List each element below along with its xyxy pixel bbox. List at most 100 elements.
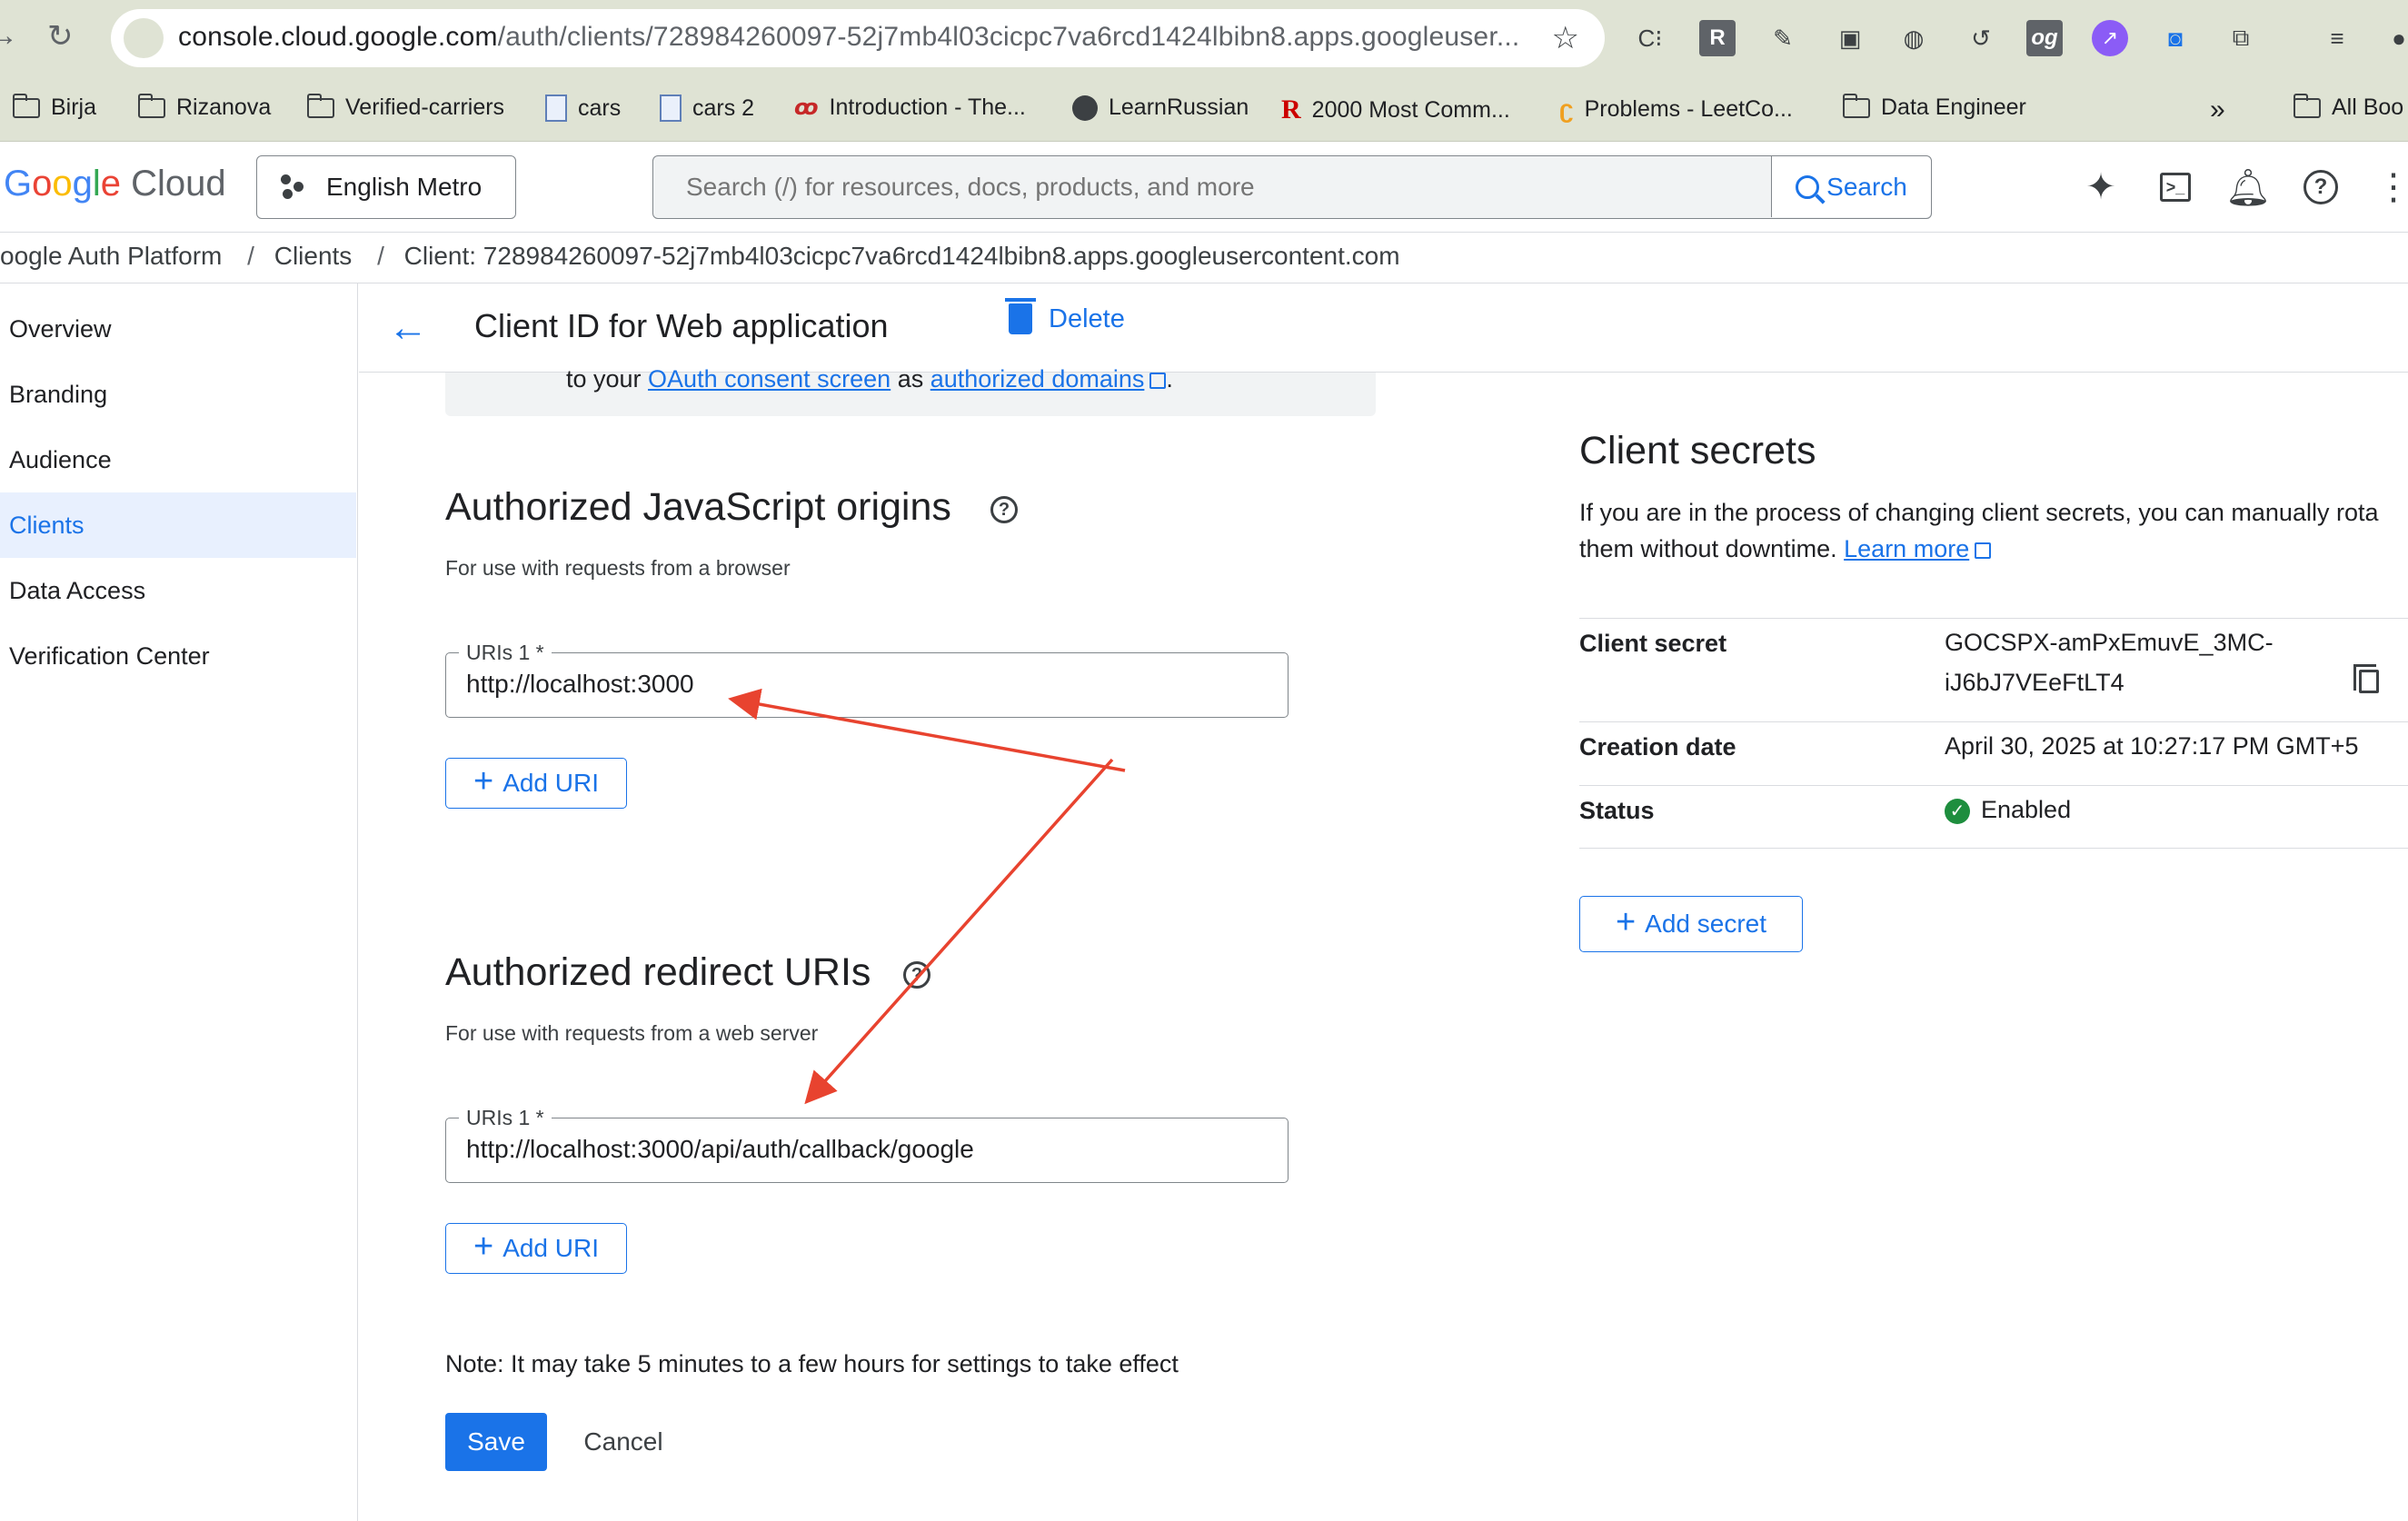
sidebar-item-data-access[interactable]: Data Access bbox=[0, 558, 356, 623]
annotation-arrow bbox=[804, 758, 1114, 1105]
add-secret-button[interactable]: + Add secret bbox=[1579, 896, 1803, 952]
breadcrumb-item: Client: 728984260097-52j7mb4l03cicpc7va6… bbox=[403, 242, 1400, 270]
bookmark-item[interactable]: Data Engineer bbox=[1843, 93, 2026, 121]
sidebar-item-branding[interactable]: Branding bbox=[0, 362, 356, 427]
table-row: Creation date April 30, 2025 at 10:27:17… bbox=[1579, 721, 2408, 785]
reading-list-icon[interactable]: ≡ bbox=[2319, 20, 2355, 56]
redirect-uri-input[interactable] bbox=[446, 1118, 1286, 1180]
bookmark-item[interactable]: LearnRussian bbox=[1072, 94, 1249, 121]
status-badge: ✓ Enabled bbox=[1945, 790, 2071, 830]
js-origin-uri-field: URIs 1 * bbox=[445, 641, 1289, 718]
redirect-uri-field: URIs 1 * bbox=[445, 1106, 1289, 1183]
globe-icon bbox=[1072, 94, 1098, 121]
notifications-bell-icon[interactable]: 🔔︎ bbox=[2223, 162, 2274, 213]
folder-icon bbox=[13, 93, 40, 118]
eyedropper-icon[interactable]: ✎ bbox=[1765, 20, 1801, 56]
delete-button[interactable]: Delete bbox=[1005, 298, 1125, 334]
save-button[interactable]: Save bbox=[445, 1413, 547, 1471]
search-icon bbox=[1796, 174, 1820, 199]
learn-more-link[interactable]: Learn more bbox=[1844, 535, 1969, 562]
page-title: Client ID for Web application bbox=[474, 307, 889, 344]
copy-icon[interactable] bbox=[2353, 664, 2379, 693]
project-picker-button[interactable]: English Metro bbox=[256, 155, 516, 219]
plus-icon: + bbox=[1615, 903, 1637, 941]
authorized-domains-link[interactable]: authorized domains bbox=[930, 365, 1145, 393]
trash-icon bbox=[1005, 298, 1036, 334]
bookmark-item[interactable]: cars bbox=[545, 94, 621, 122]
bookmark-item[interactable]: ꝏ Introduction - The... bbox=[794, 94, 1026, 121]
folder-icon bbox=[2294, 93, 2321, 118]
external-link-icon bbox=[1149, 372, 1167, 389]
screen-share-icon[interactable]: ▣ bbox=[1832, 20, 1868, 56]
add-js-origin-button[interactable]: + Add URI bbox=[445, 758, 627, 809]
project-name: English Metro bbox=[326, 173, 483, 201]
add-redirect-uri-button[interactable]: + Add URI bbox=[445, 1223, 627, 1274]
js-origins-subtitle: For use with requests from a browser bbox=[445, 556, 791, 580]
oauth-consent-link[interactable]: OAuth consent screen bbox=[648, 365, 891, 393]
page-title-bar: ← Client ID for Web application Delete bbox=[359, 283, 2408, 373]
reload-icon[interactable]: ↻ bbox=[47, 18, 74, 55]
doc-icon bbox=[660, 94, 682, 122]
redirect-uris-subtitle: For use with requests from a web server bbox=[445, 1021, 819, 1045]
breadcrumb-item[interactable]: Clients bbox=[274, 242, 353, 270]
refresh-extension-icon[interactable]: ↺ bbox=[1963, 20, 1999, 56]
search-bar: Search bbox=[652, 155, 1932, 219]
extension-c-icon[interactable]: C⁝ bbox=[1632, 20, 1668, 56]
site-info-icon[interactable] bbox=[124, 18, 164, 58]
search-input[interactable] bbox=[653, 156, 1771, 217]
globe-extension-icon[interactable]: ◍ bbox=[1896, 20, 1932, 56]
leetcode-icon: ʗ bbox=[1559, 94, 1574, 123]
back-arrow-icon[interactable]: ← bbox=[388, 305, 428, 351]
r-icon: R bbox=[1281, 94, 1301, 124]
puzzle-extensions-icon[interactable]: ⧉ bbox=[2223, 20, 2259, 56]
record-extension-icon[interactable]: ◙ bbox=[2157, 20, 2194, 56]
sidebar-item-verification-center[interactable]: Verification Center bbox=[0, 623, 356, 689]
sidebar-item-clients[interactable]: Clients bbox=[0, 492, 356, 558]
breadcrumb: oogle Auth Platform / Clients / Client: … bbox=[0, 233, 2408, 283]
console-header: Google Cloud English Metro Search ✦ >_ 🔔… bbox=[0, 142, 2408, 233]
bookmarks-bar: Birja Rizanova Verified-carriers cars ca… bbox=[0, 78, 2408, 142]
client-secrets-description: If you are in the process of changing cl… bbox=[1579, 499, 2379, 562]
table-row: Client secret GOCSPX-amPxEmuvE_3MC- iJ6b… bbox=[1579, 618, 2408, 721]
address-bar[interactable]: console.cloud.google.com/auth/clients/72… bbox=[111, 9, 1605, 67]
cloud-shell-icon[interactable]: >_ bbox=[2150, 162, 2201, 213]
sidebar-item-audience[interactable]: Audience bbox=[0, 427, 356, 492]
bookmark-item[interactable]: All Boo bbox=[2294, 93, 2403, 121]
check-circle-icon: ✓ bbox=[1945, 798, 1970, 824]
help-icon[interactable]: ? bbox=[903, 961, 930, 989]
folder-icon bbox=[307, 93, 334, 118]
google-cloud-logo[interactable]: Google Cloud bbox=[4, 164, 226, 204]
bookmark-item[interactable]: Birja bbox=[13, 93, 96, 121]
more-options-icon[interactable]: ⋮ bbox=[2368, 162, 2408, 213]
extension-r-icon[interactable]: R bbox=[1699, 20, 1736, 56]
bookmark-item[interactable]: cars 2 bbox=[660, 94, 754, 122]
gemini-sparkle-icon[interactable]: ✦ bbox=[2075, 162, 2126, 213]
bookmark-star-icon[interactable]: ☆ bbox=[1552, 20, 1579, 56]
profile-avatar[interactable]: ● bbox=[2381, 20, 2408, 56]
bookmark-item[interactable]: ʗ Problems - LeetCo... bbox=[1559, 94, 1793, 124]
settings-note: Note: It may take 5 minutes to a few hou… bbox=[445, 1350, 1179, 1377]
folder-icon bbox=[138, 93, 165, 118]
project-icon bbox=[281, 174, 306, 200]
cancel-button[interactable]: Cancel bbox=[571, 1413, 676, 1471]
bookmarks-overflow-button[interactable]: » bbox=[2210, 94, 2225, 125]
purple-extension-icon[interactable]: ↗ bbox=[2092, 20, 2128, 56]
bookmark-item[interactable]: R 2000 Most Comm... bbox=[1281, 94, 1510, 125]
js-origin-uri-input[interactable] bbox=[446, 653, 1286, 715]
browser-toolbar: → ↻ console.cloud.google.com/auth/client… bbox=[0, 0, 2408, 78]
doc-icon bbox=[545, 94, 567, 122]
help-icon[interactable]: ? bbox=[2295, 162, 2346, 213]
js-origins-heading: Authorized JavaScript origins bbox=[445, 485, 951, 529]
search-button[interactable]: Search bbox=[1771, 156, 1931, 217]
plus-icon: + bbox=[473, 762, 494, 800]
site-icon: ꝏ bbox=[794, 95, 819, 120]
bookmark-item[interactable]: Verified-carriers bbox=[307, 93, 504, 121]
sidebar-item-overview[interactable]: Overview bbox=[0, 296, 356, 362]
help-icon[interactable]: ? bbox=[990, 496, 1018, 523]
forward-arrow-icon[interactable]: → bbox=[0, 18, 18, 54]
og-extension-icon[interactable]: og bbox=[2026, 20, 2063, 56]
url-text: console.cloud.google.com/auth/clients/72… bbox=[178, 22, 1520, 52]
breadcrumb-item[interactable]: oogle Auth Platform bbox=[0, 242, 222, 270]
bookmark-item[interactable]: Rizanova bbox=[138, 93, 271, 121]
plus-icon: + bbox=[473, 1228, 494, 1266]
